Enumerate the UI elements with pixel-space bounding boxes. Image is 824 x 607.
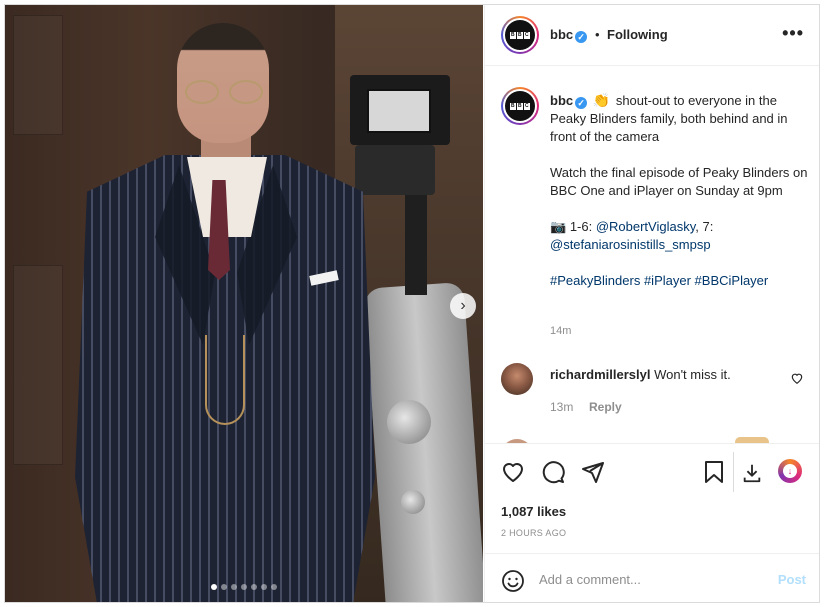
comment-username[interactable]: richardmillerslyl [550,367,650,382]
carousel-dots [5,584,483,590]
caption-username[interactable]: bbc ✓ [550,93,588,109]
bbc-logo: BBC [505,91,535,121]
caption-avatar[interactable]: BBC [501,87,539,125]
round-glasses [181,80,267,104]
hashtag-link[interactable]: #iPlayer [644,273,691,288]
camera-head [355,145,435,195]
carousel-dot [221,584,227,590]
mention-link[interactable]: @stefaniarosinistills_smpsp [550,237,711,252]
mention-link[interactable]: @RobertViglasky [596,219,695,234]
credits-separator: , 7: [695,219,714,234]
username-link[interactable]: bbc ✓ [550,27,588,43]
avatar[interactable] [501,363,533,395]
carousel-dot [211,584,217,590]
wood-panel [13,265,63,465]
camera-icon: 📷 [550,219,567,234]
more-options-icon[interactable]: ••• [782,23,804,44]
post-timestamp: 2 HOURS AGO [501,528,567,538]
share-icon[interactable] [581,460,605,484]
comment-text: Won't miss it. [654,367,731,382]
post-sidebar: BBC bbc ✓ • Following ••• BBC bbc ✓ 👏 shou… [484,5,819,602]
bbc-logo-letter: C [524,102,530,110]
carousel-dot [261,584,267,590]
wood-panel [13,15,63,135]
carousel-dot [241,584,247,590]
download-extension[interactable] [733,452,767,492]
bbc-logo-letter: C [524,31,530,39]
hashtag-link[interactable]: #BBCiPlayer [695,273,769,288]
add-comment-bar: Post [485,553,819,602]
caption: bbc ✓ 👏 shout-out to everyone in the Peak… [550,91,810,290]
like-comment-icon[interactable] [790,371,804,385]
camera-post [405,195,427,295]
credits-label: 1-6: [569,219,596,234]
post-actions: ↓ 1,087 likes 2 HOURS AGO [485,443,819,553]
caption-timestamp: 14m [550,325,572,337]
camera-crane-arm [363,281,483,602]
hashtag-link[interactable]: #PeakyBlinders [550,273,640,288]
crane-knob [387,400,431,444]
following-button[interactable]: Following [607,27,668,42]
save-icon[interactable] [703,460,725,484]
post-dialog: › BBC bbc ✓ • Following ••• BBC bbc ✓ 👏 sh… [4,4,820,603]
crane-knob [401,490,425,514]
likes-count[interactable]: 1,087 likes [501,504,566,519]
comment-input[interactable] [539,568,759,590]
bbc-logo-letter: B [517,102,523,110]
reply-button[interactable]: Reply [589,400,622,414]
bbc-logo-letter: B [510,31,516,39]
bbc-logo-letter: B [517,31,523,39]
downloader-app-icon[interactable]: ↓ [778,459,802,483]
carousel-dot [271,584,277,590]
post-image[interactable]: › [5,5,483,602]
verified-badge-icon: ✓ [575,97,588,109]
clapping-hands-icon: 👏 [592,92,611,108]
comment: richardmillerslyl Won't miss it. [550,366,780,384]
carousel-dot [251,584,257,590]
caption-text: Watch the final episode of Peaky Blinder… [550,165,808,198]
separator: • [595,27,600,42]
comment-timestamp: 13m [550,400,574,414]
bbc-logo: BBC [505,20,535,50]
carousel-next-button[interactable]: › [450,293,476,319]
post-comment-button[interactable]: Post [778,572,806,587]
comment-icon[interactable] [541,460,565,484]
download-icon[interactable] [741,462,763,484]
emoji-picker-icon[interactable] [501,569,525,596]
verified-badge-icon: ✓ [575,31,588,43]
avatar[interactable]: BBC [501,16,539,54]
like-icon[interactable] [501,460,525,484]
bbc-logo-letter: B [510,102,516,110]
camera-screen [367,89,431,133]
watch-chain [205,335,245,425]
post-header: BBC bbc ✓ • Following ••• [485,5,819,66]
carousel-dot [231,584,237,590]
comments-scroll-area[interactable]: BBC bbc ✓ 👏 shout-out to everyone in the … [485,67,819,443]
